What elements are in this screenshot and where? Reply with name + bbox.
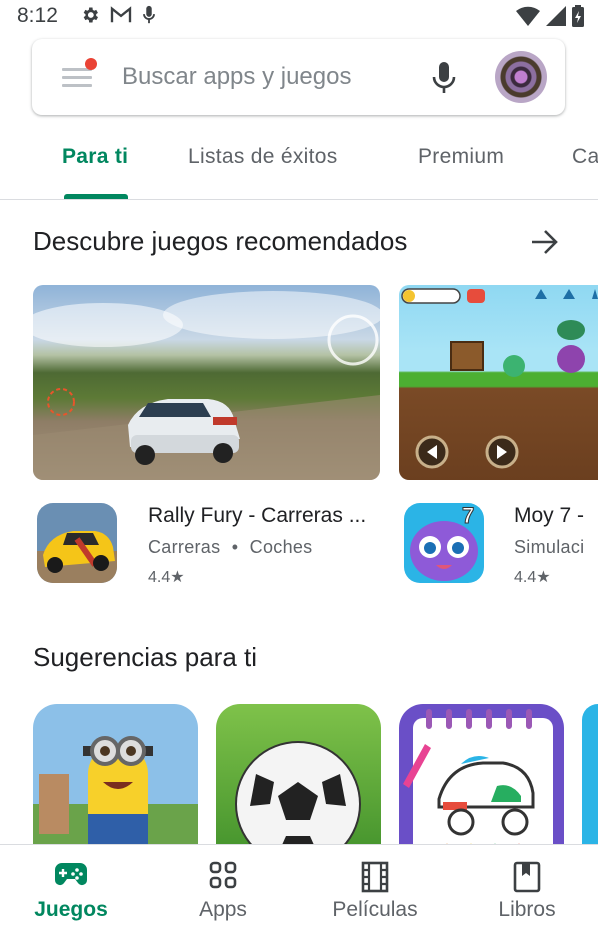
moy-game-artwork	[401, 288, 598, 469]
app-genre-moy-7: Simulaci	[514, 537, 585, 557]
star-icon: ★	[536, 569, 551, 586]
app-title-moy-7[interactable]: Moy 7 -	[514, 504, 584, 528]
account-avatar[interactable]	[495, 51, 547, 103]
signal-icon	[546, 6, 566, 26]
nav-label-peliculas: Películas	[332, 898, 418, 921]
gamepad-icon	[55, 863, 87, 885]
hamburger-menu-icon[interactable]	[62, 58, 97, 91]
film-icon	[361, 861, 389, 893]
voice-search-mic-icon[interactable]	[432, 61, 456, 95]
app-title-rally-fury[interactable]: Rally Fury - Carreras ...	[148, 504, 366, 528]
section-title-recommended: Descubre juegos recomendados	[33, 226, 408, 256]
nav-juegos[interactable]: Juegos	[0, 845, 146, 944]
search-bar[interactable]: Buscar apps y juegos	[32, 39, 565, 115]
rally-car-artwork	[33, 291, 380, 480]
settings-gear-icon	[83, 7, 98, 23]
tab-listas-de-exitos[interactable]: Listas de éxitos	[188, 145, 338, 169]
separator-dot: •	[231, 537, 239, 557]
rating-value: 4.4	[514, 569, 537, 586]
rally-fury-app-icon[interactable]	[37, 503, 117, 583]
app-genre: Carreras	[148, 537, 221, 557]
nav-peliculas[interactable]: Películas	[300, 845, 450, 944]
status-system-icons	[516, 5, 584, 27]
app-rating-moy-7: 4.4★	[514, 567, 551, 587]
nav-apps[interactable]: Apps	[148, 845, 298, 944]
section-title-suggestions: Sugerencias para ti	[33, 642, 258, 672]
app-genre-rally-fury: Carreras • Coches	[148, 537, 313, 558]
arrow-right-icon[interactable]	[530, 228, 560, 256]
rating-value: 4.4	[148, 569, 171, 586]
tab-categorias[interactable]: Ca	[572, 145, 598, 169]
moy-7-app-icon[interactable]: 7	[404, 503, 484, 583]
svg-text:7: 7	[462, 503, 474, 528]
status-time: 8:12	[17, 4, 58, 27]
nav-label-libros: Libros	[498, 898, 556, 921]
tab-premium[interactable]: Premium	[418, 145, 504, 169]
nav-libros[interactable]: Libros	[452, 845, 598, 944]
moy-icon-art: 7	[404, 503, 484, 583]
tab-para-ti[interactable]: Para ti	[62, 145, 128, 169]
notification-dot	[85, 58, 97, 70]
category-tabs: Para ti Listas de éxitos Premium Ca	[0, 133, 598, 200]
app-subgenre: Coches	[249, 537, 313, 557]
book-icon	[513, 861, 541, 893]
nav-label-apps: Apps	[199, 898, 247, 921]
search-input[interactable]: Buscar apps y juegos	[122, 63, 351, 91]
gmail-icon	[110, 6, 132, 23]
apps-grid-icon	[209, 861, 237, 889]
star-icon: ★	[170, 569, 185, 586]
rally-fury-icon-art	[37, 503, 117, 583]
wifi-icon	[516, 6, 540, 26]
moy-7-banner[interactable]	[399, 285, 598, 480]
nav-label-juegos: Juegos	[34, 898, 108, 921]
active-tab-indicator	[64, 194, 128, 199]
mic-status-icon	[143, 5, 155, 24]
app-rating-rally-fury: 4.4★	[148, 567, 185, 587]
status-notification-icons	[80, 5, 156, 25]
rally-fury-banner[interactable]	[33, 285, 380, 480]
bottom-navigation: Juegos Apps Películas Libros	[0, 844, 598, 944]
status-bar: 8:12	[0, 0, 598, 32]
battery-icon	[572, 5, 584, 27]
